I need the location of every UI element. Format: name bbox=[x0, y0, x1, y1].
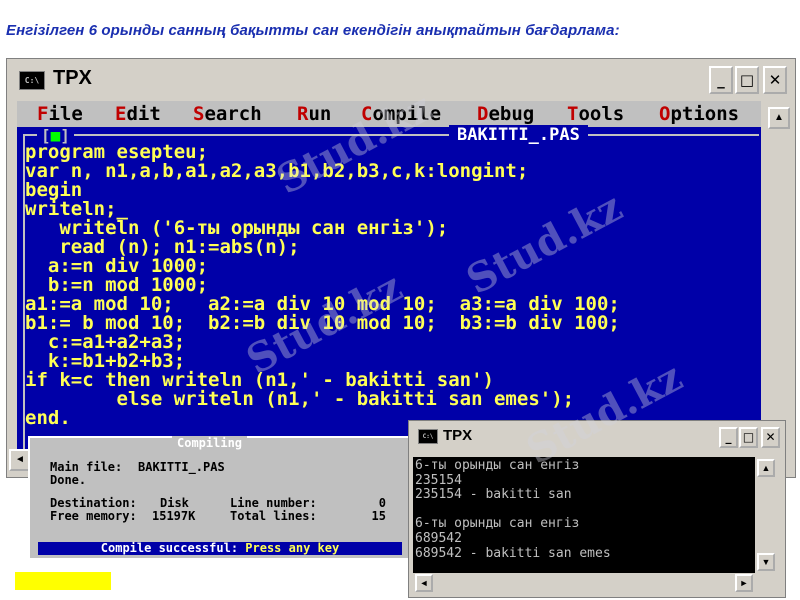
output-maximize-button[interactable]: □ bbox=[739, 427, 758, 448]
line-number-label: Line number: bbox=[230, 496, 317, 510]
menu-compile[interactable]: Compile bbox=[361, 101, 441, 127]
output-horizontal-scrollbar[interactable]: ◄ ► bbox=[413, 573, 755, 593]
console-output[interactable]: 6-ты орынды сан енгіз 235154 235154 - ba… bbox=[413, 457, 755, 573]
main-window-title: TPX bbox=[53, 67, 92, 89]
output-window-title: TPX bbox=[443, 427, 473, 444]
output-close-button[interactable]: ✕ bbox=[761, 427, 780, 448]
maximize-button[interactable]: □ bbox=[735, 66, 759, 94]
output-scroll-left-icon[interactable]: ◄ bbox=[415, 574, 433, 592]
ide-editor[interactable]: File Edit Search Run Compile Debug Tools… bbox=[17, 101, 761, 461]
menu-run[interactable]: Run bbox=[297, 101, 331, 127]
ide-menubar: File Edit Search Run Compile Debug Tools… bbox=[17, 101, 761, 127]
compile-dialog: Compiling Main file: BAKITTI_.PAS Done. … bbox=[28, 436, 416, 560]
destination-value: Disk bbox=[160, 496, 189, 510]
output-scroll-right-icon[interactable]: ► bbox=[735, 574, 753, 592]
menu-edit[interactable]: Edit bbox=[115, 101, 161, 127]
free-memory-value: 15197K bbox=[152, 509, 196, 523]
menu-options[interactable]: Options bbox=[659, 101, 739, 127]
menu-debug[interactable]: Debug bbox=[477, 101, 534, 127]
close-button[interactable]: ✕ bbox=[763, 66, 787, 94]
destination-label: Destination: bbox=[50, 496, 137, 510]
output-app-icon: C:\ bbox=[418, 429, 438, 444]
main-titlebar[interactable]: C:\ TPX _ □ ✕ bbox=[7, 59, 795, 99]
editor-filename: BAKITTI_.PAS bbox=[449, 125, 588, 145]
main-window: C:\ TPX _ □ ✕ File Edit Search Run Compi… bbox=[6, 58, 796, 478]
source-code[interactable]: program esepteu; var n, n1,a,b,a1,a2,a3,… bbox=[25, 143, 620, 428]
menu-search[interactable]: Search bbox=[193, 101, 262, 127]
output-vertical-scrollbar[interactable]: ▲ ▼ bbox=[755, 457, 777, 573]
slide-title: Енгізілген 6 орынды санның бақытты сан е… bbox=[6, 22, 620, 39]
minimize-button[interactable]: _ bbox=[709, 66, 733, 94]
output-scroll-down-icon[interactable]: ▼ bbox=[757, 553, 775, 571]
menu-file[interactable]: File bbox=[37, 101, 83, 127]
menu-tools[interactable]: Tools bbox=[567, 101, 624, 127]
main-file-value: BAKITTI_.PAS bbox=[138, 460, 225, 474]
output-window: C:\ TPX _ □ ✕ 6-ты орынды сан енгіз 2351… bbox=[408, 420, 786, 598]
console-text: 6-ты орынды сан енгіз 235154 235154 - ba… bbox=[415, 458, 611, 561]
console-app-icon: C:\ bbox=[19, 71, 45, 90]
compile-dialog-title: Compiling bbox=[172, 436, 248, 450]
scroll-up-icon[interactable]: ▲ bbox=[768, 107, 790, 129]
total-lines-label: Total lines: bbox=[230, 509, 317, 523]
line-number-value: 0 bbox=[378, 496, 386, 510]
free-memory-label: Free memory: bbox=[50, 509, 137, 523]
total-lines-value: 15 bbox=[371, 509, 386, 523]
done-text: Done. bbox=[50, 473, 87, 487]
compile-status-bar[interactable]: Compile successful: Press any key bbox=[38, 542, 402, 555]
main-file-label: Main file: bbox=[50, 460, 123, 474]
editor-frame-top bbox=[23, 134, 759, 136]
output-scroll-up-icon[interactable]: ▲ bbox=[757, 459, 775, 477]
output-minimize-button[interactable]: _ bbox=[719, 427, 738, 448]
highlight-box bbox=[15, 572, 111, 590]
